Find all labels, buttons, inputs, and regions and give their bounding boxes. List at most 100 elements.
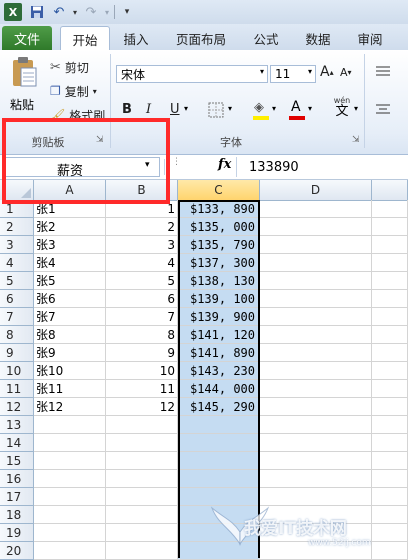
cell-b[interactable]: 12 [106, 398, 178, 416]
cell-a[interactable]: 张12 [34, 398, 106, 416]
cell-d[interactable] [260, 236, 372, 254]
cell-b[interactable]: 11 [106, 380, 178, 398]
cell-e[interactable] [372, 254, 408, 272]
cell-d[interactable] [260, 398, 372, 416]
chevron-down-icon[interactable]: ▾ [272, 104, 276, 113]
column-header-d[interactable]: D [260, 180, 372, 200]
tab-formulas[interactable]: 公式 [244, 26, 288, 50]
cell-a[interactable] [34, 416, 106, 434]
underline-button[interactable]: U [170, 102, 180, 117]
font-size-box[interactable]: 11 ▾ [270, 65, 316, 83]
chevron-down-icon[interactable]: ▾ [184, 104, 188, 113]
formula-input[interactable]: 133890 [236, 157, 408, 177]
italic-button[interactable]: I [146, 102, 151, 117]
cell-e[interactable] [372, 236, 408, 254]
cell-a[interactable] [34, 470, 106, 488]
cell-a[interactable]: 张7 [34, 308, 106, 326]
row-header[interactable]: 17 [0, 488, 34, 506]
cell-a[interactable] [34, 542, 106, 560]
chevron-down-icon[interactable]: ▾ [308, 67, 312, 76]
excel-logo-icon[interactable]: X [4, 3, 22, 21]
borders-icon[interactable] [208, 102, 224, 121]
cell-b[interactable]: 2 [106, 218, 178, 236]
chevron-down-icon[interactable]: ▾ [228, 104, 232, 113]
tab-review[interactable]: 审阅 [348, 26, 392, 50]
cell-e[interactable] [372, 326, 408, 344]
fill-color-button[interactable]: ◈ [252, 100, 270, 120]
cell-d[interactable] [260, 254, 372, 272]
row-header[interactable]: 6 [0, 290, 34, 308]
cell-b[interactable]: 4 [106, 254, 178, 272]
grow-font-button[interactable]: A ▴ [320, 64, 334, 80]
cell-b[interactable] [106, 434, 178, 452]
cell-d[interactable] [260, 452, 372, 470]
dialog-launcher-icon[interactable]: ⇲ [352, 135, 360, 145]
cell-d[interactable] [260, 380, 372, 398]
align-center-icon[interactable] [376, 104, 390, 119]
cell-e[interactable] [372, 380, 408, 398]
cell-a[interactable]: 张4 [34, 254, 106, 272]
row-header[interactable]: 10 [0, 362, 34, 380]
cell-a[interactable] [34, 488, 106, 506]
cell-e[interactable] [372, 362, 408, 380]
row-header[interactable]: 14 [0, 434, 34, 452]
cell-a[interactable]: 张2 [34, 218, 106, 236]
row-header[interactable]: 3 [0, 236, 34, 254]
column-header-e[interactable] [372, 180, 408, 200]
row-header[interactable]: 9 [0, 344, 34, 362]
cell-d[interactable] [260, 326, 372, 344]
font-color-button[interactable]: A [288, 99, 306, 120]
row-header[interactable]: 12 [0, 398, 34, 416]
row-header[interactable]: 15 [0, 452, 34, 470]
shrink-font-button[interactable]: A ▾ [340, 66, 352, 79]
chevron-down-icon[interactable]: ▾ [308, 104, 312, 113]
row-header[interactable]: 16 [0, 470, 34, 488]
cell-a[interactable]: 张6 [34, 290, 106, 308]
cell-d[interactable] [260, 272, 372, 290]
row-header[interactable]: 4 [0, 254, 34, 272]
cell-d[interactable] [260, 344, 372, 362]
font-name-box[interactable]: 宋体 ▾ [116, 65, 268, 83]
chevron-down-icon[interactable]: ▾ [260, 67, 264, 76]
column-header-c[interactable]: C [178, 180, 260, 200]
cell-a[interactable] [34, 506, 106, 524]
cell-b[interactable] [106, 416, 178, 434]
cell-e[interactable] [372, 290, 408, 308]
cell-e[interactable] [372, 308, 408, 326]
tab-file[interactable]: 文件 [2, 26, 52, 50]
cut-button[interactable]: ✂ 剪切 [50, 58, 89, 76]
row-header[interactable]: 13 [0, 416, 34, 434]
cell-d[interactable] [260, 470, 372, 488]
cell-b[interactable]: 9 [106, 344, 178, 362]
cell-e[interactable] [372, 452, 408, 470]
cell-b[interactable]: 3 [106, 236, 178, 254]
cell-a[interactable]: 张3 [34, 236, 106, 254]
tab-page-layout[interactable]: 页面布局 [168, 26, 234, 50]
cell-b[interactable]: 8 [106, 326, 178, 344]
tab-home[interactable]: 开始 [60, 26, 110, 51]
cell-b[interactable] [106, 542, 178, 560]
tab-data[interactable]: 数据 [296, 26, 340, 50]
cell-d[interactable] [260, 308, 372, 326]
cell-d[interactable] [260, 218, 372, 236]
cell-d[interactable] [260, 290, 372, 308]
cell-e[interactable] [372, 200, 408, 218]
cell-a[interactable]: 张11 [34, 380, 106, 398]
cell-b[interactable] [106, 452, 178, 470]
cell-b[interactable] [106, 524, 178, 542]
cell-a[interactable]: 张5 [34, 272, 106, 290]
cell-a[interactable]: 张10 [34, 362, 106, 380]
cell-e[interactable] [372, 434, 408, 452]
cell-b[interactable] [106, 506, 178, 524]
copy-button[interactable]: ❐ 复制 ▾ [50, 82, 97, 100]
cell-b[interactable] [106, 470, 178, 488]
cell-b[interactable]: 5 [106, 272, 178, 290]
cell-b[interactable]: 10 [106, 362, 178, 380]
tab-insert[interactable]: 插入 [114, 26, 158, 50]
cell-d[interactable] [260, 434, 372, 452]
cell-d[interactable] [260, 200, 372, 218]
cell-a[interactable] [34, 434, 106, 452]
row-header[interactable]: 2 [0, 218, 34, 236]
row-header[interactable]: 8 [0, 326, 34, 344]
row-header[interactable]: 7 [0, 308, 34, 326]
